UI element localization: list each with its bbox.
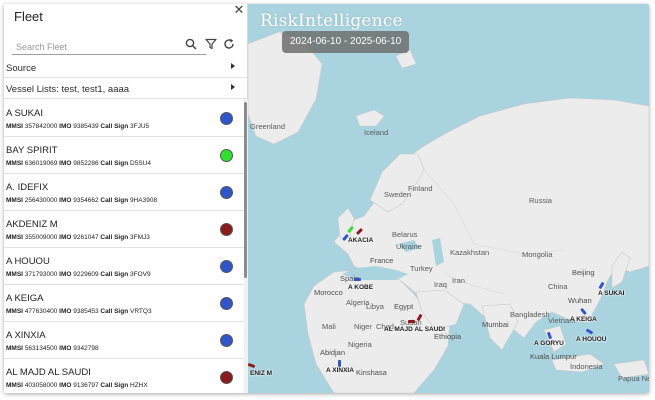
map-label-ukraine: Ukraine xyxy=(396,242,422,251)
status-dot xyxy=(220,260,233,273)
vessel-list[interactable]: A SUKAI MMSI 357842000 IMO 9385439 Call … xyxy=(4,100,244,393)
map-label-iran: Iran xyxy=(452,276,465,285)
vessel-meta: MMSI 636019069 IMO 9852286 Call Sign D5S… xyxy=(6,160,151,167)
vessel-row[interactable]: A. IDEFIX MMSI 256430000 IMO 9354662 Cal… xyxy=(4,174,244,211)
vessel-name: A HOUOU xyxy=(6,256,50,267)
status-dot xyxy=(220,223,233,236)
map-label-turkey: Turkey xyxy=(410,264,433,273)
vessel-row[interactable]: A XINXIA MMSI 563134500 IMO 9342798 xyxy=(4,322,244,359)
vessel-meta: MMSI 355009000 IMO 9261047 Call Sign 3FM… xyxy=(6,234,150,241)
chevron-right-icon xyxy=(231,84,235,90)
vessel-row[interactable]: A HOUOU MMSI 371793000 IMO 9229609 Call … xyxy=(4,248,244,285)
map-label-indonesia: Indonesia xyxy=(570,362,603,371)
map-label-iraq: Iraq xyxy=(434,280,447,289)
map-label-wuhan: Wuhan xyxy=(568,296,592,305)
map-label-france: France xyxy=(370,256,394,265)
status-dot xyxy=(220,149,233,162)
vessel-name: AL MAJD AL SAUDI xyxy=(6,367,91,378)
map-label-russia: Russia xyxy=(529,196,552,205)
vessel-label-al-majd[interactable]: AL MAJD AL SAUDI xyxy=(384,326,445,333)
status-dot xyxy=(220,371,233,384)
map-label-finland: Finland xyxy=(408,184,433,193)
map-label-morocco: Morocco xyxy=(314,288,343,297)
map-label-niger: Niger xyxy=(354,322,372,331)
map-label-libya: Libya xyxy=(366,302,384,311)
map-label-ethiopia: Ethiopia xyxy=(434,332,462,341)
filter-icon[interactable] xyxy=(205,38,218,51)
map-label-kazakhstan: Kazakhstan xyxy=(450,248,490,257)
search-field[interactable] xyxy=(12,37,206,56)
map-label-abidjan: Abidjan xyxy=(320,348,346,357)
vessel-marker-a-kobe[interactable] xyxy=(354,278,361,281)
fleet-app: RiskIntelligence 2024-06-10 - 2025-06-10… xyxy=(4,4,649,393)
close-icon[interactable]: ✕ xyxy=(233,4,245,16)
map-label-kuala-lumpur: Kuala Lumpur xyxy=(530,352,577,361)
source-selector[interactable]: Source xyxy=(4,58,247,78)
map-label-beijing: Beijing xyxy=(572,268,595,277)
map-label-greenland: Greenland xyxy=(250,122,286,131)
status-dot xyxy=(220,297,233,310)
status-dot xyxy=(220,186,233,199)
vessel-label-akacia[interactable]: AKACIA xyxy=(348,237,373,244)
vessel-lists-selector[interactable]: Vessel Lists: test, test1, aaaa xyxy=(4,79,247,99)
map-label-china: China xyxy=(548,282,568,291)
vessel-name: A SUKAI xyxy=(6,108,43,119)
vessel-name: A KEIGA xyxy=(6,293,44,304)
search-input[interactable] xyxy=(12,38,206,56)
chevron-right-icon xyxy=(231,63,235,69)
vessel-row[interactable]: AL MAJD AL SAUDI MMSI 403058000 IMO 9136… xyxy=(4,359,244,393)
map-label-papua: Papua New xyxy=(618,374,649,383)
vessel-row[interactable]: A SUKAI MMSI 357842000 IMO 9385439 Call … xyxy=(4,100,244,137)
vessel-marker-a-xinxia[interactable] xyxy=(338,360,341,367)
fleet-panel: Fleet ✕ Source Vessel Lists: test, test1… xyxy=(4,4,248,393)
vessel-name: A XINXIA xyxy=(6,330,46,341)
vessel-name: BAY SPIRIT xyxy=(6,145,58,156)
vessel-row[interactable]: BAY SPIRIT MMSI 636019069 IMO 9852286 Ca… xyxy=(4,137,244,174)
source-label: Source xyxy=(6,63,37,74)
vessel-name: AKDENIZ M xyxy=(6,219,58,230)
map-label-mumbai: Mumbai xyxy=(482,320,509,329)
map-label-egypt: Egypt xyxy=(394,302,414,311)
vessel-label-a-sukai[interactable]: A SUKAI xyxy=(598,290,624,297)
vessel-name: A. IDEFIX xyxy=(6,182,49,193)
vessel-label-akdeniz[interactable]: ENIZ M xyxy=(250,370,272,377)
vessel-marker-akdeniz[interactable] xyxy=(408,320,415,323)
vessel-label-a-keiga[interactable]: A KEIGA xyxy=(570,316,597,323)
vessel-label-a-kobe[interactable]: A KOBE xyxy=(348,284,373,291)
vessel-meta: MMSI 477630400 IMO 9385453 Call Sign VRT… xyxy=(6,308,152,315)
map-label-bangladesh: Bangladesh xyxy=(510,310,550,319)
vessel-label-a-houou[interactable]: A HOUOU xyxy=(576,336,606,343)
search-icon[interactable] xyxy=(185,38,198,51)
vessel-meta: MMSI 403058000 IMO 9136797 Call Sign HZH… xyxy=(6,382,148,389)
vessel-label-a-xinxia[interactable]: A XINXIA xyxy=(326,367,354,374)
list-scrollbar-thumb[interactable] xyxy=(244,102,247,278)
map-label-iceland: Iceland xyxy=(364,128,389,137)
vessel-label-a-goryu[interactable]: A GORYU xyxy=(534,340,564,347)
vessel-meta: MMSI 563134500 IMO 9342798 xyxy=(6,345,99,352)
vessel-row[interactable]: AKDENIZ M MMSI 355009000 IMO 9261047 Cal… xyxy=(4,211,244,248)
map-label-kinshasa: Kinshasa xyxy=(356,368,387,377)
status-dot xyxy=(220,112,233,125)
date-range-badge[interactable]: 2024-06-10 - 2025-06-10 xyxy=(282,31,410,53)
map-label-mongolia: Mongolia xyxy=(522,250,553,259)
vessel-meta: MMSI 256430000 IMO 9354662 Call Sign 9HA… xyxy=(6,197,158,204)
status-dot xyxy=(220,334,233,347)
vessel-meta: MMSI 357842000 IMO 9385439 Call Sign 3FJ… xyxy=(6,123,150,130)
vessel-row[interactable]: A KEIGA MMSI 477630400 IMO 9385453 Call … xyxy=(4,285,244,322)
brand-logo: RiskIntelligence xyxy=(260,11,403,31)
vessel-meta: MMSI 371793000 IMO 9229609 Call Sign 3FO… xyxy=(6,271,151,278)
map-label-belarus: Belarus xyxy=(392,230,418,239)
map-label-nigeria: Nigeria xyxy=(348,340,372,349)
refresh-icon[interactable] xyxy=(223,38,236,51)
vessel-lists-label: Vessel Lists: test, test1, aaaa xyxy=(6,84,130,95)
map-label-mali: Mali xyxy=(322,322,336,331)
panel-title: Fleet xyxy=(14,9,43,24)
